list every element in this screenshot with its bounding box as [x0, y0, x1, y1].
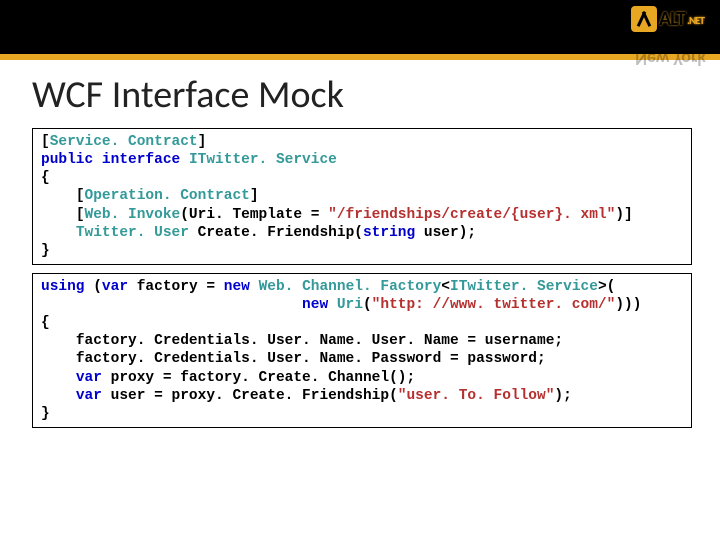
- brand-name-line1: ALT.NET: [659, 7, 706, 31]
- brand-logo: ALT.NET New York New York: [631, 6, 706, 70]
- brand-name-reflection: New York: [631, 48, 706, 70]
- code-block-usage: using (var factory = new Web. Channel. F…: [32, 273, 692, 428]
- slide-title: WCF Interface Mock: [32, 72, 720, 118]
- top-bar: [0, 0, 720, 60]
- brand-icon: [631, 6, 657, 32]
- code-block-interface: [Service. Contract]public interface ITwi…: [32, 128, 692, 265]
- brand-logo-row1: ALT.NET: [631, 6, 706, 32]
